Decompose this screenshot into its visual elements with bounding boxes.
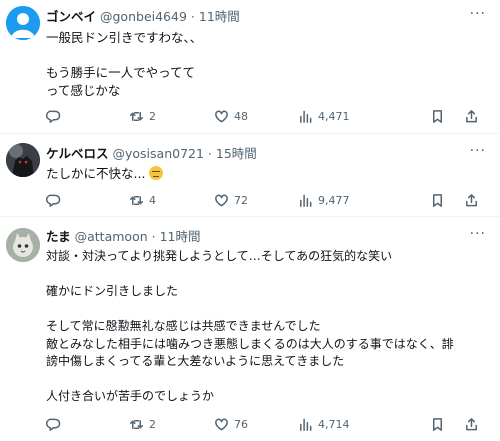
- separator-dot: ·: [190, 9, 195, 24]
- views-button[interactable]: 4,471: [298, 107, 350, 125]
- tweet-line: 敵とみなした相手には噛みつき悪態しまくるのは大人のする事ではなく、誹: [46, 336, 454, 351]
- retweet-icon: [129, 195, 144, 205]
- display-name[interactable]: たま: [46, 229, 71, 244]
- tweet-line: 一般民ドン引きですわな、、: [46, 30, 203, 45]
- tweet-line: そして常に慇懃無礼な感じは共感できませんでした: [46, 319, 321, 333]
- share-button[interactable]: [464, 415, 479, 433]
- tweet-header: たま @attamoon · 11時間: [46, 229, 201, 245]
- bookmark-button[interactable]: [430, 415, 445, 433]
- retweet-icon: [129, 111, 144, 121]
- retweet-count: 2: [149, 417, 156, 431]
- tweet-1[interactable]: ゴンベイ @gonbei4649 · 11時間 ··· 一般民ドン引きですわな、…: [0, 0, 500, 134]
- display-name[interactable]: ゴンベイ: [46, 9, 96, 24]
- timestamp[interactable]: 11時間: [199, 9, 240, 24]
- reply-button[interactable]: [46, 107, 61, 125]
- like-icon: [215, 418, 228, 430]
- views-icon: [300, 418, 312, 431]
- dog-avatar-icon: [6, 143, 40, 177]
- retweet-button[interactable]: 2: [129, 415, 156, 433]
- separator-dot: ·: [207, 146, 212, 161]
- cat-avatar-icon: [6, 228, 40, 262]
- reply-icon: [46, 418, 61, 431]
- like-icon: [215, 110, 228, 122]
- views-count: 4,714: [318, 417, 350, 431]
- tweet-line: って感じかな: [46, 82, 121, 98]
- reply-icon: [46, 194, 61, 207]
- like-icon: [215, 194, 228, 206]
- tweet-line: もう勝手に一人でやってて: [46, 65, 196, 80]
- bookmark-icon: [433, 193, 442, 207]
- tweet-text: たしかに不快な...: [46, 165, 164, 183]
- tweet-text: 対談・対決ってより挑発しようとして…そしてあの狂気的な笑い 確かにドン引きしまし…: [46, 248, 454, 406]
- separator-dot: ·: [151, 229, 156, 244]
- views-button[interactable]: 9,477: [298, 191, 350, 209]
- expressionless-face-emoji-icon: [149, 166, 164, 180]
- tweet-actions: 2 76 4,714: [46, 415, 486, 433]
- bookmark-button[interactable]: [430, 107, 445, 125]
- share-icon: [466, 417, 477, 430]
- like-count: 72: [234, 193, 248, 207]
- tweet-actions: 2 48 4,471: [46, 107, 486, 125]
- tweet-actions: 4 72 9,477: [46, 191, 486, 209]
- tweet-line: 確かにドン引きしました: [46, 284, 179, 298]
- like-button[interactable]: 72: [214, 191, 248, 209]
- avatar[interactable]: [6, 143, 40, 177]
- retweet-count: 2: [149, 109, 156, 123]
- bookmark-icon: [433, 109, 442, 123]
- display-name[interactable]: ケルベロス: [46, 146, 109, 161]
- views-button[interactable]: 4,714: [298, 415, 350, 433]
- retweet-count: 4: [149, 193, 156, 207]
- tweet-line: 人付き合いが苦手のでしょうか: [46, 389, 215, 403]
- default-avatar-icon: [6, 6, 40, 40]
- tweet-line: [46, 47, 202, 65]
- tweet-header: ケルベロス @yosisan0721 · 15時間: [46, 146, 257, 162]
- tweet-3[interactable]: たま @attamoon · 11時間 ··· 対談・対決ってより挑発しようとし…: [0, 218, 500, 441]
- share-button[interactable]: [464, 191, 479, 209]
- reply-button[interactable]: [46, 415, 61, 433]
- user-handle[interactable]: @yosisan0721: [113, 146, 204, 161]
- more-options-button[interactable]: ···: [470, 6, 486, 22]
- like-count: 48: [234, 109, 248, 123]
- share-icon: [466, 193, 477, 206]
- reply-button[interactable]: [46, 191, 61, 209]
- views-count: 9,477: [318, 193, 350, 207]
- views-icon: [300, 110, 312, 123]
- timestamp[interactable]: 15時間: [216, 146, 257, 161]
- tweet-line: 謗中傷しまくってる輩と大差ないように思えてきました: [46, 354, 345, 368]
- reply-icon: [46, 110, 61, 123]
- share-icon: [466, 109, 477, 122]
- retweet-icon: [129, 419, 144, 429]
- avatar[interactable]: [6, 228, 40, 262]
- tweet-header: ゴンベイ @gonbei4649 · 11時間: [46, 9, 240, 25]
- tweet-text: 一般民ドン引きですわな、、 もう勝手に一人でやってて って感じかな: [46, 29, 202, 99]
- tweet-line: たしかに不快な...: [46, 166, 146, 181]
- like-button[interactable]: 48: [214, 107, 248, 125]
- avatar[interactable]: [6, 6, 40, 40]
- user-handle[interactable]: @attamoon: [75, 229, 148, 244]
- bookmark-button[interactable]: [430, 191, 445, 209]
- more-options-button[interactable]: ···: [470, 143, 486, 159]
- like-count: 76: [234, 417, 248, 431]
- retweet-button[interactable]: 4: [129, 191, 156, 209]
- retweet-button[interactable]: 2: [129, 107, 156, 125]
- views-count: 4,471: [318, 109, 350, 123]
- tweet-line: [46, 266, 454, 284]
- tweet-2[interactable]: ケルベロス @yosisan0721 · 15時間 ··· たしかに不快な...…: [0, 135, 500, 217]
- user-handle[interactable]: @gonbei4649: [100, 9, 187, 24]
- timestamp[interactable]: 11時間: [160, 229, 201, 244]
- bookmark-icon: [433, 417, 442, 431]
- tweet-line: 対談・対決ってより挑発しようとして…そしてあの狂気的な笑い: [46, 249, 393, 263]
- more-options-button[interactable]: ···: [470, 226, 486, 242]
- tweet-line: [46, 371, 454, 389]
- share-button[interactable]: [464, 107, 479, 125]
- like-button[interactable]: 76: [214, 415, 248, 433]
- views-icon: [300, 194, 312, 207]
- tweet-line: [46, 301, 454, 319]
